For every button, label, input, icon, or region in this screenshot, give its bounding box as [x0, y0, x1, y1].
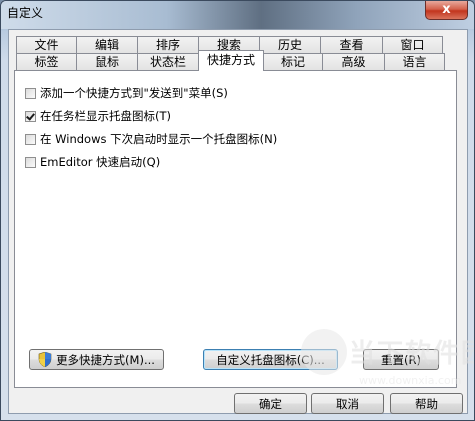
window-title: 自定义	[7, 6, 44, 20]
checkbox[interactable]	[25, 133, 36, 145]
ok-button[interactable]: 确定	[234, 393, 307, 414]
option-sendto-shortcut[interactable]: 添加一个快捷方式到"发送到"菜单(S)	[25, 85, 228, 101]
more-shortcuts-button[interactable]: 更多快捷方式(M)...	[29, 349, 164, 370]
close-button[interactable]: x	[425, 1, 468, 20]
tab-window[interactable]: 窗口	[382, 36, 443, 53]
option-tray-icon[interactable]: 在任务栏显示托盘图标(T)	[25, 108, 171, 124]
tab-advanced[interactable]: 高级	[322, 53, 385, 70]
watermark-logo-icon	[301, 329, 347, 375]
tab-row-front: 标签 鼠标 状态栏 快捷方式 标记 高级 语言	[16, 50, 445, 71]
option-label: 在 Windows 下次启动时显示一个托盘图标(N)	[40, 132, 278, 146]
checkbox[interactable]	[25, 110, 36, 122]
tab-language[interactable]: 语言	[384, 53, 445, 70]
tab-shortcuts[interactable]: 快捷方式	[198, 50, 264, 71]
watermark-text: 当下软件园	[349, 339, 474, 369]
tab-sort[interactable]: 排序	[137, 36, 199, 53]
tab-view[interactable]: 查看	[320, 36, 383, 53]
option-label: EmEditor 快速启动(Q)	[40, 155, 161, 169]
watermark-url: www.downxia.com	[359, 374, 462, 387]
tab-history[interactable]: 历史	[259, 36, 321, 53]
tab-marks[interactable]: 标记	[263, 53, 323, 70]
more-shortcuts-label: 更多快捷方式(M)...	[56, 352, 155, 367]
uac-shield-icon	[38, 352, 52, 367]
option-startup-tray[interactable]: 在 Windows 下次启动时显示一个托盘图标(N)	[25, 131, 277, 147]
tab-tags[interactable]: 标签	[16, 53, 77, 70]
customize-dialog: 自定义 x 文件 编辑 排序 搜索 历史 查看 窗口 标签 鼠标 状态栏 快捷方…	[0, 0, 475, 421]
watermark: 当下软件园 www.downxia.com	[301, 329, 474, 399]
checkbox[interactable]	[25, 87, 36, 99]
tab-mouse[interactable]: 鼠标	[76, 53, 138, 70]
option-label: 添加一个快捷方式到"发送到"菜单(S)	[40, 86, 228, 100]
option-quick-launch[interactable]: EmEditor 快速启动(Q)	[25, 154, 160, 170]
checkbox[interactable]	[25, 156, 36, 168]
tab-edit[interactable]: 编辑	[76, 36, 138, 53]
option-label: 在任务栏显示托盘图标(T)	[40, 109, 171, 123]
tab-file[interactable]: 文件	[16, 36, 77, 53]
title-bar[interactable]: 自定义 x	[1, 1, 474, 29]
tab-statusbar[interactable]: 状态栏	[137, 53, 199, 70]
